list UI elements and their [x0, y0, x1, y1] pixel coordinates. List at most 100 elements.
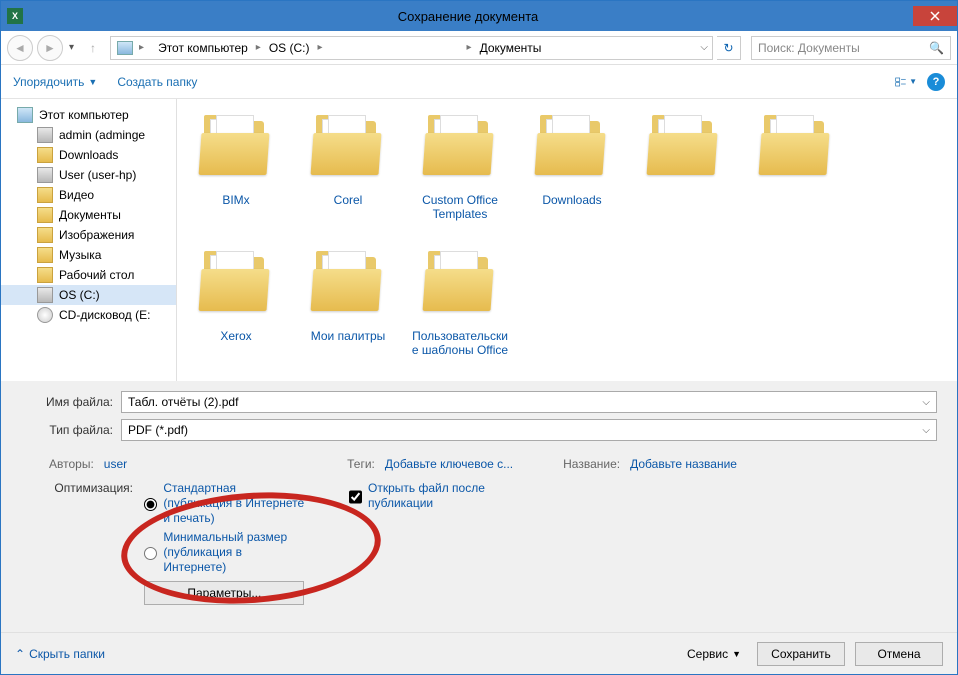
refresh-button[interactable]: ↻	[717, 36, 741, 60]
titlebar: X Сохранение документа	[1, 1, 957, 31]
folder-icon	[310, 113, 386, 189]
folder-label: Custom Office Templates	[410, 193, 510, 221]
folder-icon	[534, 113, 610, 189]
folder-icon	[310, 249, 386, 325]
filetype-select[interactable]: PDF (*.pdf)⌵	[121, 419, 937, 441]
title-label: Название:	[563, 457, 620, 471]
folder-item[interactable]: Пользовательские шаблоны Office	[407, 245, 513, 375]
close-button[interactable]	[913, 6, 957, 26]
authors-value[interactable]: user	[104, 457, 127, 471]
filename-label: Имя файла:	[21, 395, 113, 409]
folder-item[interactable]: Xerox	[183, 245, 289, 375]
title-value[interactable]: Добавьте название	[630, 457, 737, 471]
pc-icon	[117, 41, 133, 55]
recent-chevron[interactable]: ▾	[67, 42, 76, 53]
breadcrumb-seg[interactable]: Этот компьютер	[152, 37, 254, 59]
hide-folders-button[interactable]: ⌃ Скрыть папки	[15, 647, 105, 661]
search-icon: 🔍	[929, 41, 944, 55]
folder-icon	[422, 249, 498, 325]
folder-item[interactable]: BIMx	[183, 109, 289, 239]
folder-icon	[198, 113, 274, 189]
save-dialog-window: X Сохранение документа ◄ ► ▾ ↑ ▸ Этот ко…	[0, 0, 958, 675]
metadata-row: Авторы:user Теги:Добавьте ключевое с... …	[1, 453, 957, 481]
folder-item[interactable]: Мои палитры	[295, 245, 401, 375]
folder-item[interactable]: Custom Office Templates	[407, 109, 513, 239]
folder-label: Мои палитры	[311, 329, 386, 343]
breadcrumb-seg[interactable]: Документы	[474, 37, 548, 59]
folder-icon	[37, 267, 53, 283]
sidebar-item-this-pc[interactable]: Этот компьютер	[1, 105, 176, 125]
open-after-checkbox[interactable]: Открыть файл после публикации	[349, 481, 549, 511]
sidebar-item-os-c[interactable]: OS (C:)	[1, 285, 176, 305]
folder-item[interactable]	[631, 109, 737, 239]
sidebar-item[interactable]: Документы	[1, 205, 176, 225]
sidebar-item[interactable]: Рабочий стол	[1, 265, 176, 285]
view-button[interactable]: ▼	[895, 71, 917, 93]
window-title: Сохранение документа	[23, 9, 913, 24]
drive-icon	[37, 287, 53, 303]
folder-icon	[37, 227, 53, 243]
folder-item[interactable]: Corel	[295, 109, 401, 239]
sidebar-item[interactable]: admin (adminge	[1, 125, 176, 145]
breadcrumb-seg[interactable]: OS (C:)	[263, 37, 316, 59]
folder-icon	[198, 249, 274, 325]
footer: ⌃ Скрыть папки Сервис ▼ Сохранить Отмена	[1, 632, 957, 674]
sidebar-item[interactable]: Видео	[1, 185, 176, 205]
save-panel: Имя файла: Табл. отчёты (2).pdf⌵ Тип фай…	[1, 381, 957, 643]
back-button[interactable]: ◄	[7, 35, 33, 61]
folder-view[interactable]: BIMx Corel Custom Office Templates Downl…	[177, 99, 957, 381]
excel-icon: X	[7, 8, 23, 24]
folder-label: Corel	[334, 193, 363, 207]
sidebar-item[interactable]: Изображения	[1, 225, 176, 245]
filetype-label: Тип файла:	[21, 423, 113, 437]
sidebar-item[interactable]: User (user-hp)	[1, 165, 176, 185]
folder-icon	[422, 113, 498, 189]
folder-icon	[646, 113, 722, 189]
folder-icon	[758, 113, 834, 189]
folder-label: Downloads	[542, 193, 601, 207]
disc-icon	[37, 307, 53, 323]
options-row: Оптимизация: Стандартная (публикация в И…	[1, 481, 957, 605]
drive-icon	[37, 167, 53, 183]
optimization-label: Оптимизация:	[49, 481, 141, 495]
folder-label: Пользовательские шаблоны Office	[410, 329, 510, 357]
chevron-up-icon: ⌃	[15, 647, 25, 661]
help-button[interactable]: ?	[927, 73, 945, 91]
folder-icon	[37, 207, 53, 223]
tags-label: Теги:	[347, 457, 375, 471]
folder-label: BIMx	[222, 193, 249, 207]
pc-icon	[17, 107, 33, 123]
parameters-button[interactable]: Параметры...	[144, 581, 304, 605]
sidebar-item[interactable]: Downloads	[1, 145, 176, 165]
folder-icon	[37, 147, 53, 163]
sidebar: Этот компьютер admin (adminge Downloads …	[1, 99, 177, 381]
cancel-button[interactable]: Отмена	[855, 642, 943, 666]
toolbar: Упорядочить ▼ Создать папку ▼ ?	[1, 65, 957, 99]
service-button[interactable]: Сервис ▼	[687, 647, 741, 661]
search-placeholder: Поиск: Документы	[758, 41, 860, 55]
explorer-body: Этот компьютер admin (adminge Downloads …	[1, 99, 957, 381]
up-button[interactable]: ↑	[80, 35, 106, 61]
folder-icon	[37, 247, 53, 263]
organize-button[interactable]: Упорядочить ▼	[13, 75, 97, 89]
drive-icon	[37, 127, 53, 143]
forward-button[interactable]: ►	[37, 35, 63, 61]
address-bar[interactable]: ▸ Этот компьютер▸ OS (C:)▸ ▸ Документы ⌵	[110, 36, 713, 60]
breadcrumb-seg[interactable]	[325, 37, 465, 59]
folder-label: Xerox	[220, 329, 251, 343]
authors-label: Авторы:	[49, 457, 94, 471]
folder-item[interactable]	[743, 109, 849, 239]
radio-standard[interactable]: Стандартная (публикация в Интернете и пе…	[144, 481, 304, 526]
sidebar-item[interactable]: CD-дисковод (E:	[1, 305, 176, 325]
navbar: ◄ ► ▾ ↑ ▸ Этот компьютер▸ OS (C:)▸ ▸ Док…	[1, 31, 957, 65]
address-dropdown[interactable]: ⌵	[696, 42, 712, 53]
radio-minimum[interactable]: Минимальный размер (публикация в Интерне…	[144, 530, 304, 575]
save-button[interactable]: Сохранить	[757, 642, 845, 666]
folder-icon	[37, 187, 53, 203]
search-input[interactable]: Поиск: Документы 🔍	[751, 36, 951, 60]
folder-item[interactable]: Downloads	[519, 109, 625, 239]
tags-value[interactable]: Добавьте ключевое с...	[385, 457, 513, 471]
sidebar-item[interactable]: Музыка	[1, 245, 176, 265]
new-folder-button[interactable]: Создать папку	[117, 75, 197, 89]
filename-input[interactable]: Табл. отчёты (2).pdf⌵	[121, 391, 937, 413]
